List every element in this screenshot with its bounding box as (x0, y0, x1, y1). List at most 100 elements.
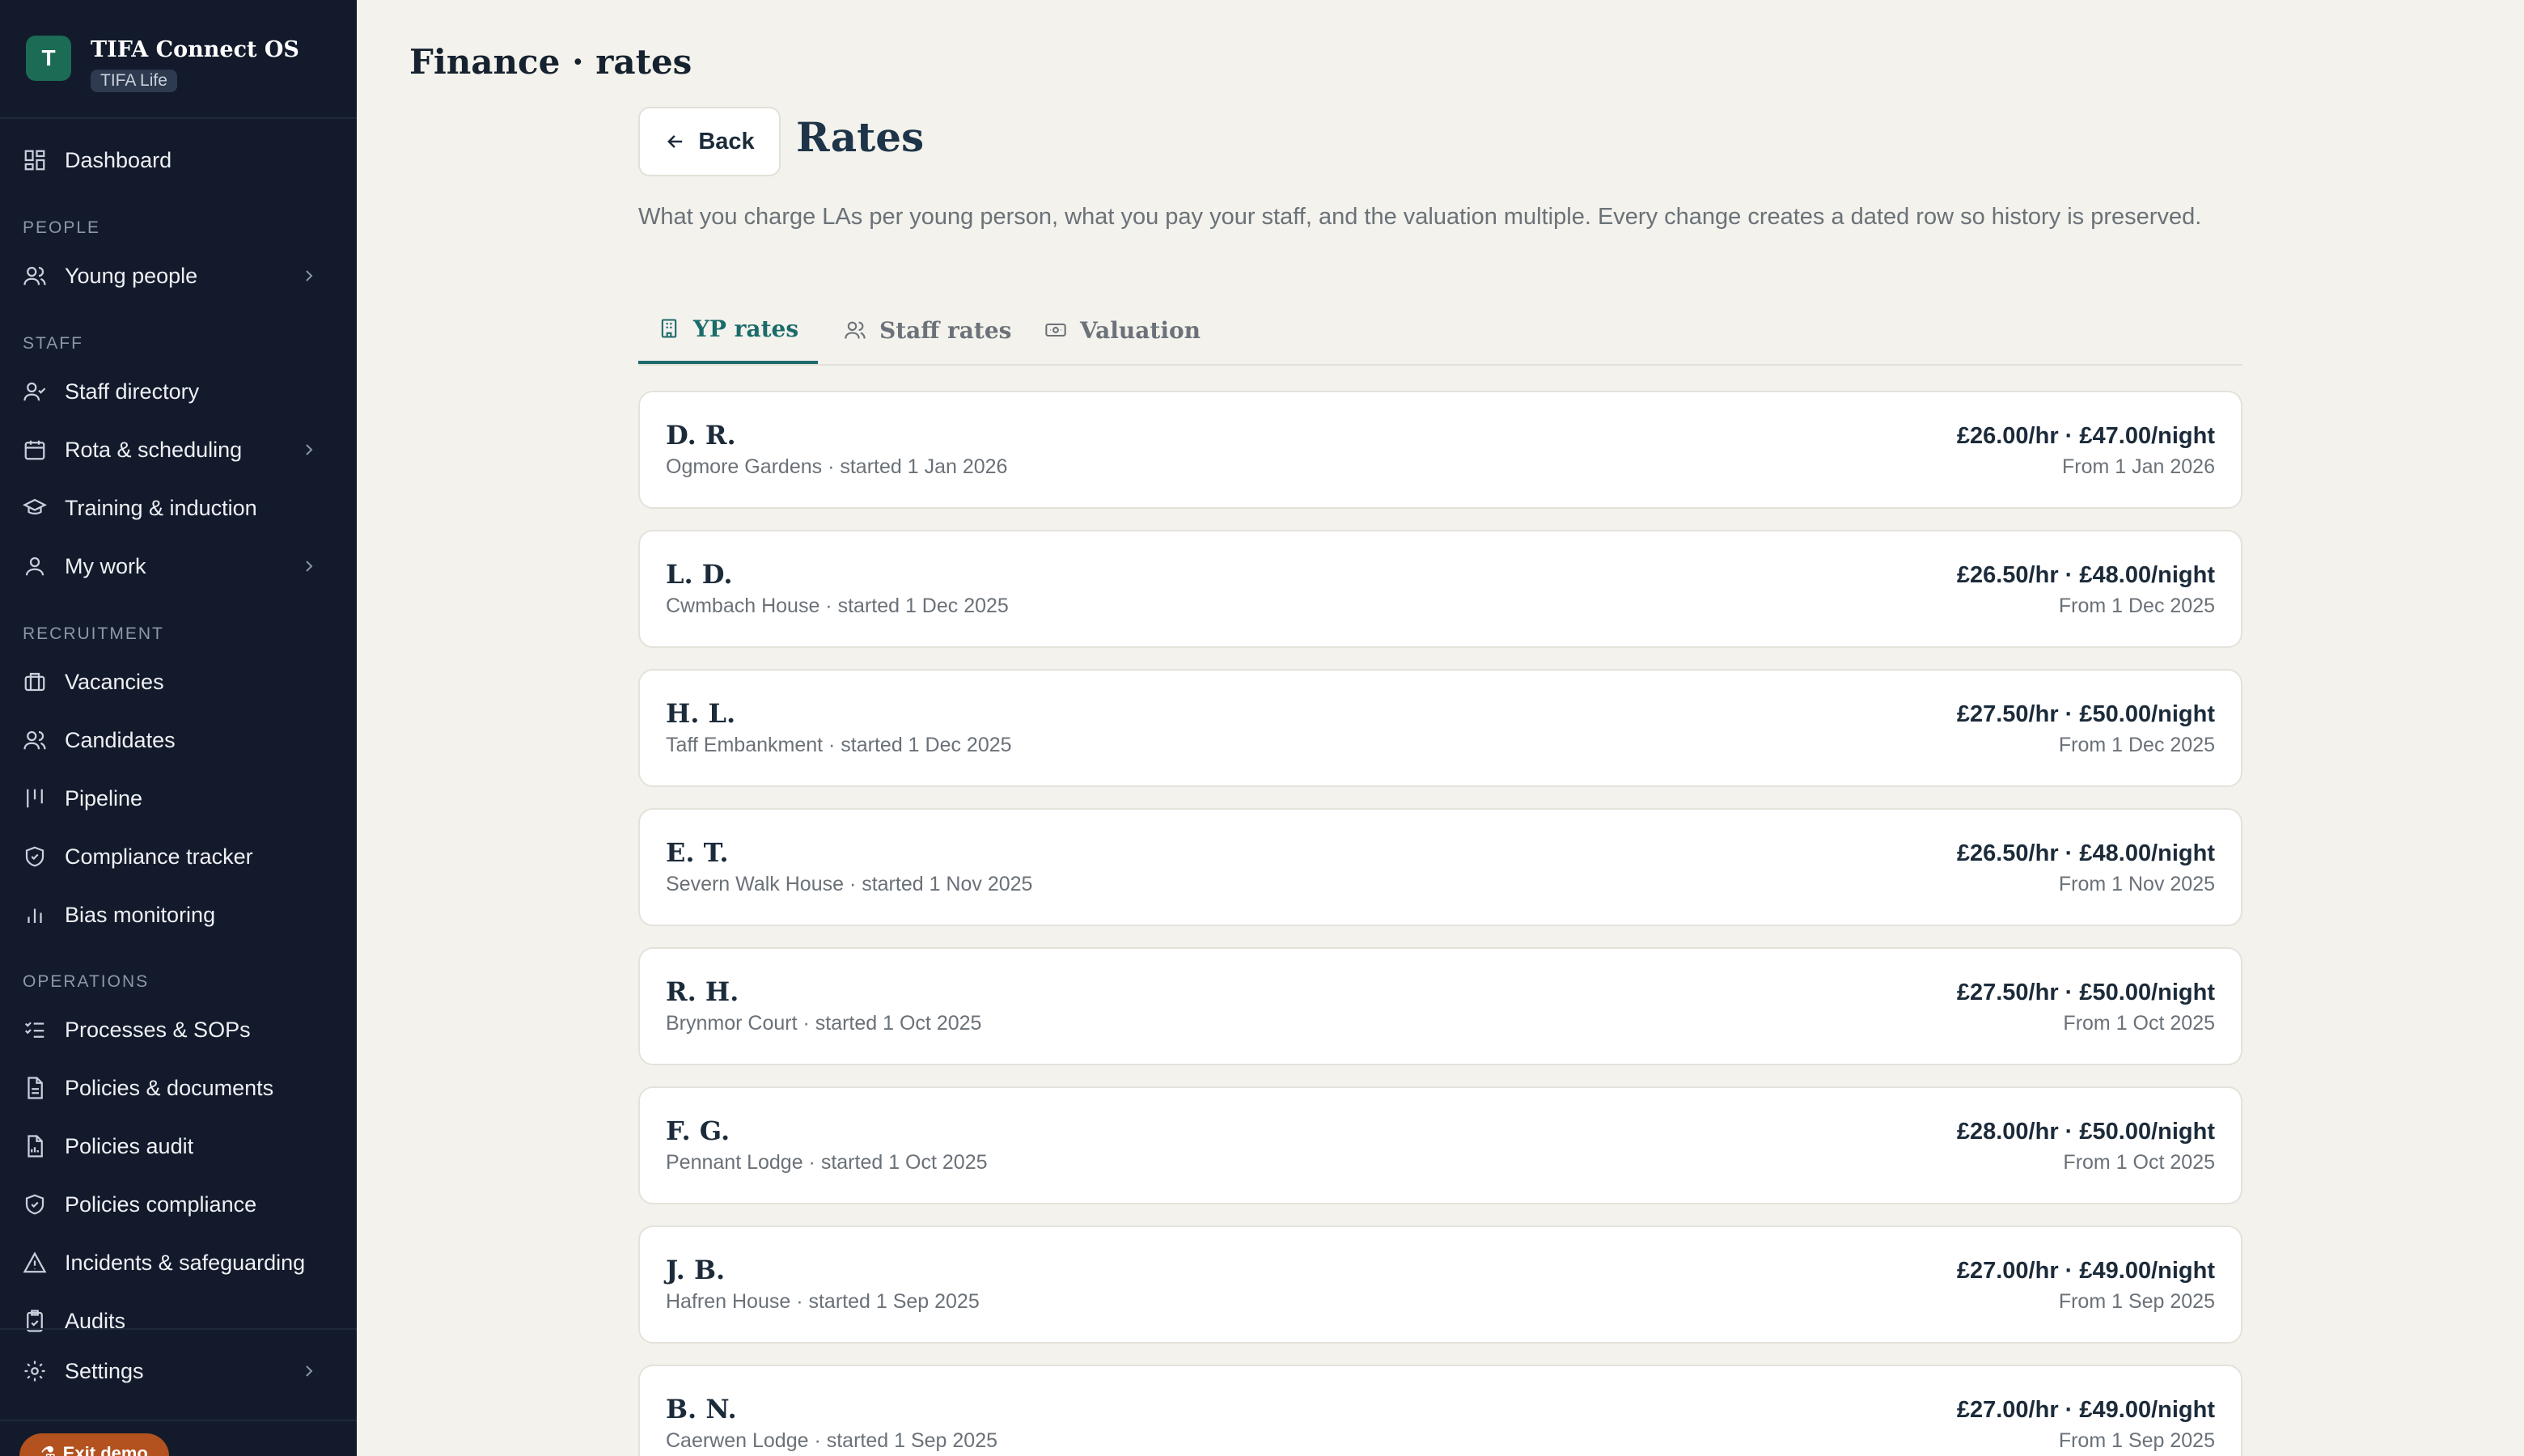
tab-yp-rates[interactable]: YP rates (638, 296, 818, 364)
dashboard-icon (23, 148, 47, 172)
young-person-initials: B. N. (666, 1394, 737, 1424)
sidebar-item-label: Compliance tracker (65, 844, 253, 869)
building-icon (661, 319, 677, 338)
users-icon (23, 728, 47, 752)
rate-value: £28.00/hr · £50.00/night (1956, 1119, 2215, 1145)
rate-row[interactable]: B. N. Caerwen Lodge · started 1 Sep 2025… (638, 1365, 2242, 1456)
placement-detail: Ogmore Gardens · started 1 Jan 2026 (666, 455, 1008, 478)
file-chart-icon (23, 1134, 47, 1158)
sidebar-item-label: Staff directory (65, 379, 200, 404)
user-icon (23, 554, 47, 578)
sidebar-item-incidents[interactable]: Incidents & safeguarding (23, 1240, 335, 1285)
rate-effective-date: From 1 Oct 2025 (2063, 1151, 2215, 1174)
sidebar-item-label: Candidates (65, 727, 176, 752)
brand-logo: T (26, 36, 71, 81)
sidebar-item-label: Settings (65, 1358, 144, 1383)
placement-detail: Taff Embankment · started 1 Dec 2025 (666, 734, 1012, 756)
brand-title: TIFA Connect OS (91, 37, 299, 62)
young-person-initials: F. G. (666, 1115, 731, 1146)
sidebar-item-bias-monitoring[interactable]: Bias monitoring (23, 892, 335, 938)
sidebar-item-dashboard[interactable]: Dashboard (23, 138, 335, 183)
tab-label: YP rates (692, 315, 799, 342)
back-button[interactable]: Back (638, 107, 781, 176)
file-text-icon (23, 1076, 47, 1100)
rate-effective-date: From 1 Oct 2025 (2063, 1012, 2215, 1035)
section-recruitment: RECRUITMENT (23, 624, 164, 643)
chevron-right-icon (306, 1365, 313, 1377)
sidebar-item-audits[interactable]: Audits (23, 1298, 335, 1344)
sidebar-item-staff-directory[interactable]: Staff directory (23, 369, 335, 414)
users-icon (23, 264, 47, 288)
placement-detail: Pennant Lodge · started 1 Oct 2025 (666, 1151, 988, 1174)
bar-chart-icon (23, 903, 47, 927)
rate-value: £26.50/hr · £48.00/night (1956, 562, 2215, 588)
brand[interactable]: T TIFA Connect OS TIFA Life (26, 36, 299, 92)
sidebar-item-label: My work (65, 553, 146, 578)
user-check-icon (23, 379, 47, 404)
rate-row[interactable]: D. R. Ogmore Gardens · started 1 Jan 202… (638, 391, 2242, 509)
sidebar-item-settings[interactable]: Settings (23, 1348, 335, 1394)
sidebar-item-policies-compliance[interactable]: Policies compliance (23, 1182, 335, 1227)
briefcase-icon (23, 670, 47, 694)
rate-row[interactable]: J. B. Hafren House · started 1 Sep 2025 … (638, 1225, 2242, 1344)
sidebar-item-processes[interactable]: Processes & SOPs (23, 1007, 335, 1052)
tab-staff-rates[interactable]: Staff rates (844, 296, 1011, 364)
section-people: PEOPLE (23, 218, 101, 237)
graduation-cap-icon (23, 496, 47, 520)
rate-row[interactable]: E. T. Severn Walk House · started 1 Nov … (638, 808, 2242, 926)
list-checks-icon (23, 1018, 47, 1042)
rate-effective-date: From 1 Sep 2025 (2058, 1290, 2215, 1313)
sidebar-item-policies-audit[interactable]: Policies audit (23, 1124, 335, 1169)
sidebar-item-label: Incidents & safeguarding (65, 1250, 306, 1275)
sidebar-item-training[interactable]: Training & induction (23, 485, 335, 531)
young-person-initials: R. H. (666, 976, 739, 1007)
rate-row[interactable]: R. H. Brynmor Court · started 1 Oct 2025… (638, 947, 2242, 1065)
rate-effective-date: From 1 Nov 2025 (2058, 873, 2215, 895)
sidebar-item-vacancies[interactable]: Vacancies (23, 659, 335, 705)
shield-check-icon (23, 1192, 47, 1217)
sidebar-item-my-work[interactable]: My work (23, 544, 335, 589)
exit-demo-label: Exit demo (62, 1443, 148, 1456)
rate-row[interactable]: H. L. Taff Embankment · started 1 Dec 20… (638, 669, 2242, 787)
rate-effective-date: From 1 Dec 2025 (2058, 734, 2215, 756)
sidebar-item-label: Pipeline (65, 785, 143, 811)
rate-row[interactable]: L. D. Cwmbach House · started 1 Dec 2025… (638, 530, 2242, 648)
sidebar-item-pipeline[interactable]: Pipeline (23, 776, 335, 821)
section-operations: OPERATIONS (23, 972, 150, 991)
tab-valuation[interactable]: Valuation (1044, 296, 1201, 364)
sidebar-item-candidates[interactable]: Candidates (23, 717, 335, 763)
rate-row[interactable]: F. G. Pennant Lodge · started 1 Oct 2025… (638, 1086, 2242, 1204)
rate-value: £27.00/hr · £49.00/night (1956, 1397, 2215, 1423)
sidebar: T TIFA Connect OS TIFA Life Dashboard PE… (0, 0, 357, 1456)
sidebar-item-label: Processes & SOPs (65, 1017, 251, 1042)
young-person-initials: E. T. (666, 837, 729, 868)
page-title: Finance · rates (409, 42, 692, 82)
back-button-label: Back (698, 128, 755, 154)
page-description: What you charge LAs per young person, wh… (638, 204, 2202, 230)
young-person-initials: H. L. (666, 698, 736, 729)
rate-value: £27.00/hr · £49.00/night (1956, 1258, 2215, 1284)
gear-icon (23, 1359, 47, 1383)
sidebar-item-rota[interactable]: Rota & scheduling (23, 427, 335, 472)
exit-demo-button[interactable]: ⚗ Exit demo (19, 1433, 169, 1456)
sidebar-item-label: Policies compliance (65, 1191, 257, 1217)
sidebar-item-label: Vacancies (65, 669, 164, 694)
chevron-right-icon (306, 270, 313, 281)
placement-detail: Cwmbach House · started 1 Dec 2025 (666, 595, 1009, 617)
chevron-right-icon (306, 561, 313, 572)
sidebar-item-label: Bias monitoring (65, 902, 216, 927)
rates-heading: Rates (796, 113, 925, 161)
rate-effective-date: From 1 Sep 2025 (2058, 1429, 2215, 1452)
shield-check-icon (23, 844, 47, 869)
sidebar-item-young-people[interactable]: Young people (23, 253, 335, 298)
placement-detail: Hafren House · started 1 Sep 2025 (666, 1290, 980, 1313)
tab-bar: YP rates Staff rates Valuation (638, 296, 2242, 366)
sidebar-item-label: Policies audit (65, 1133, 194, 1158)
sidebar-item-label: Young people (65, 263, 198, 288)
placement-detail: Severn Walk House · started 1 Nov 2025 (666, 873, 1033, 895)
brand-divider (0, 117, 357, 119)
placement-detail: Brynmor Court · started 1 Oct 2025 (666, 1012, 982, 1035)
sidebar-item-policies-documents[interactable]: Policies & documents (23, 1065, 335, 1111)
rate-effective-date: From 1 Dec 2025 (2058, 595, 2215, 617)
sidebar-item-compliance-tracker[interactable]: Compliance tracker (23, 834, 335, 879)
